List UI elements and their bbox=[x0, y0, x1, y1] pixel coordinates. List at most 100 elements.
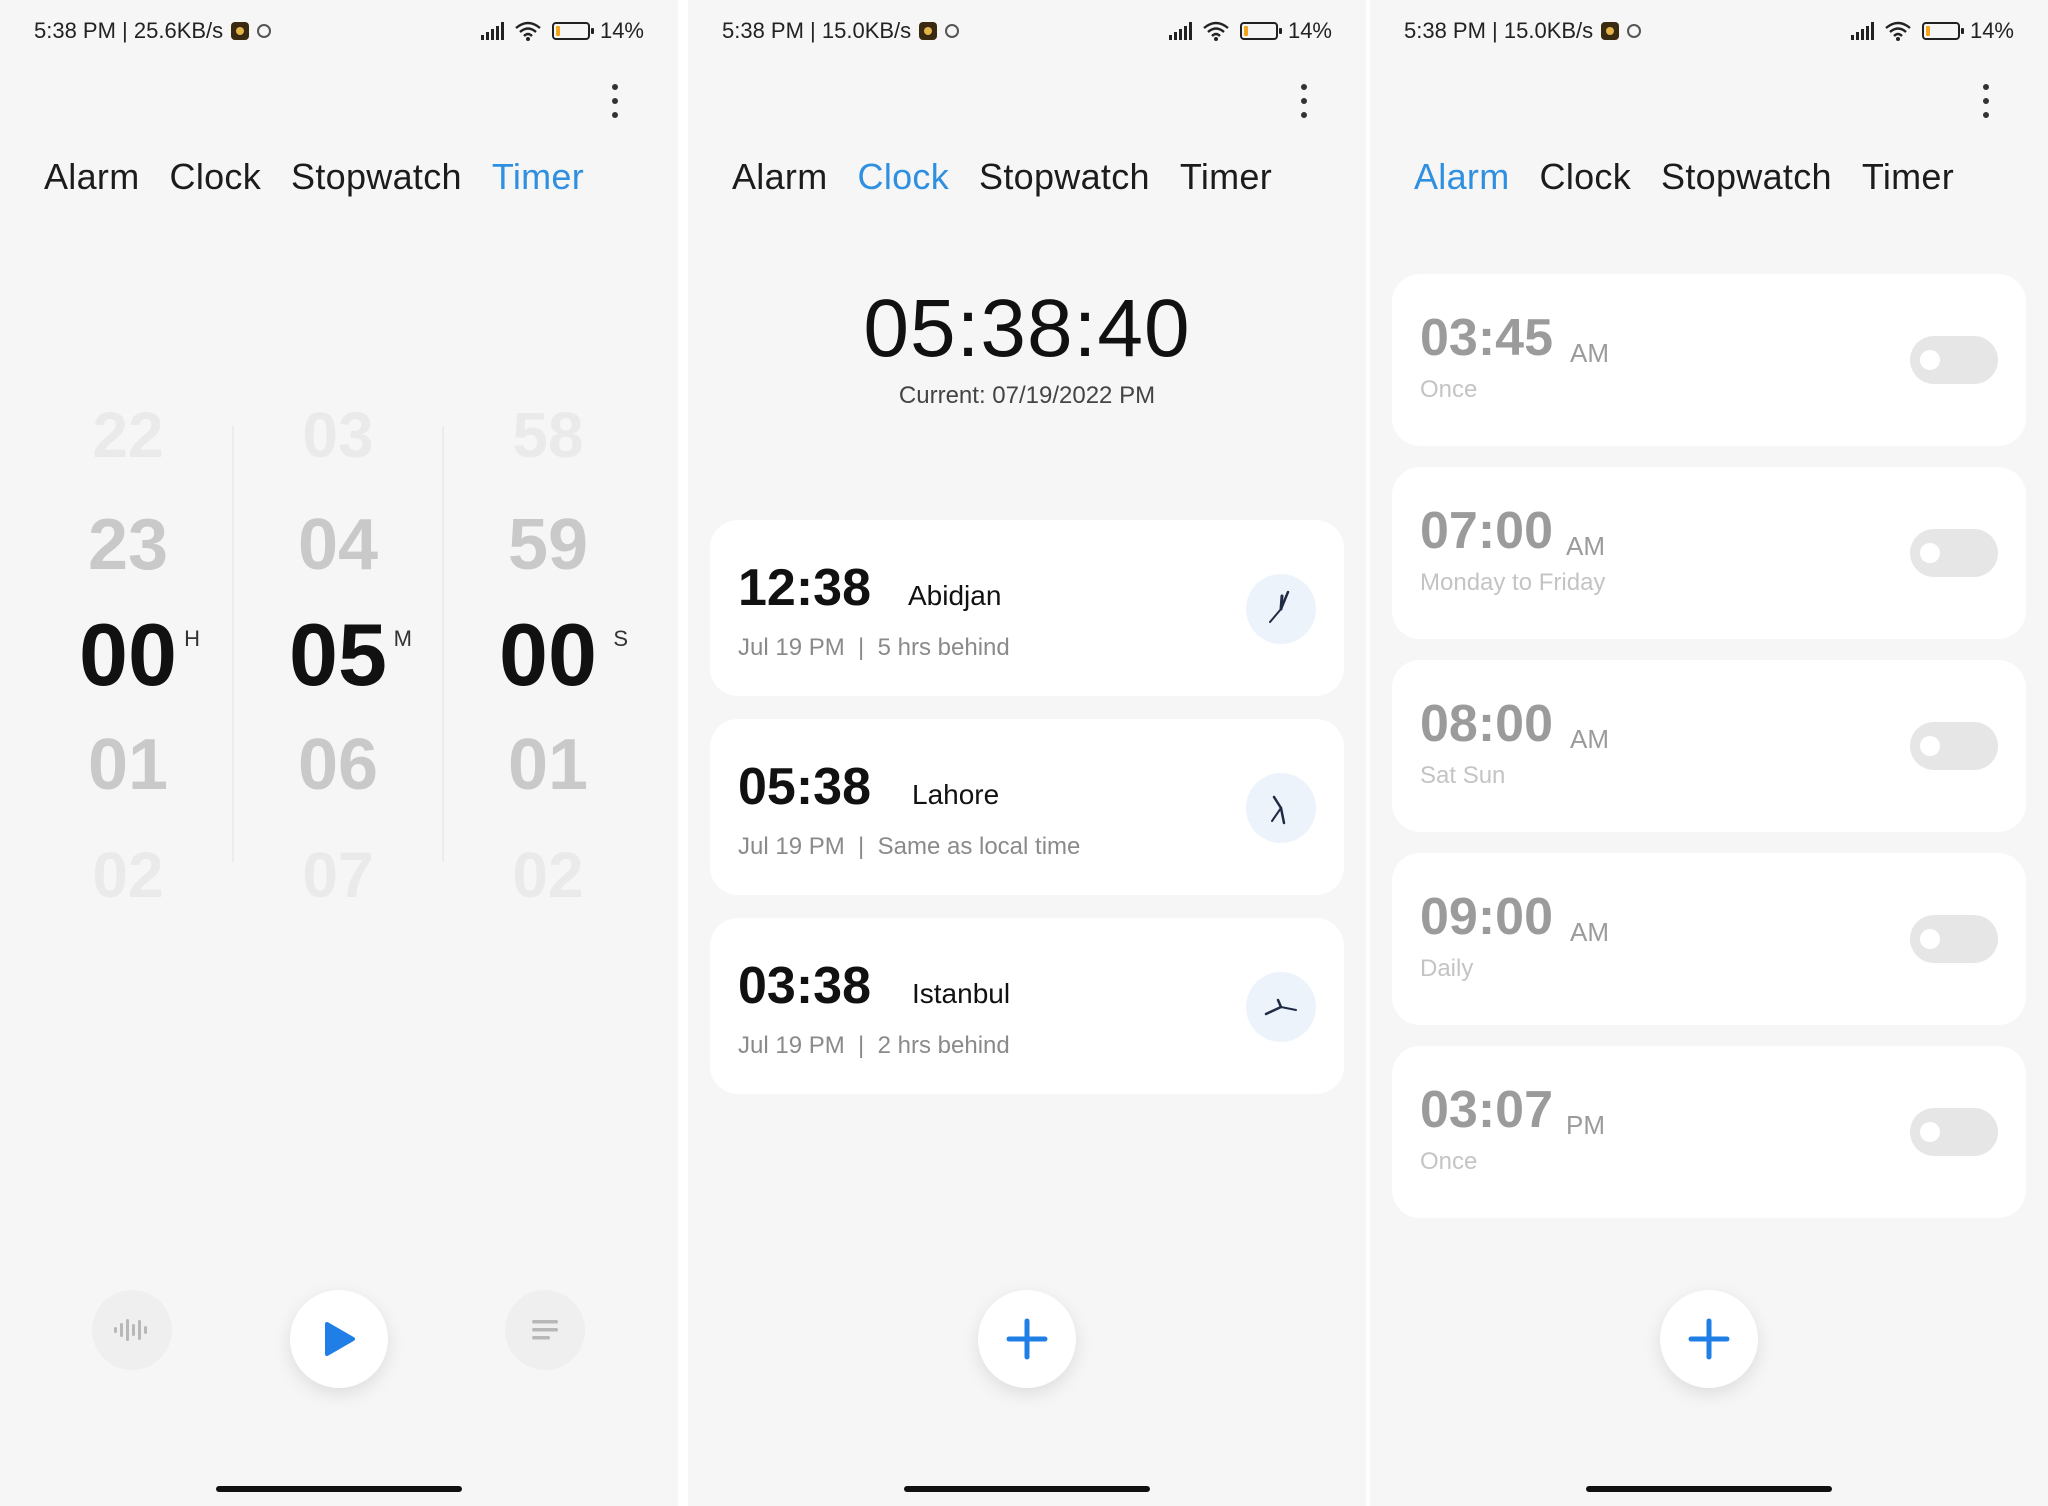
picker-selected-value: 05 M bbox=[238, 600, 438, 710]
timer-sound-button[interactable] bbox=[92, 1290, 172, 1370]
tab-stopwatch[interactable]: Stopwatch bbox=[291, 156, 462, 198]
battery-icon bbox=[1239, 22, 1282, 40]
tab-timer[interactable]: Timer bbox=[1180, 156, 1272, 198]
alarm-toggle[interactable] bbox=[1910, 722, 1998, 770]
picker-value: 58 bbox=[512, 399, 584, 471]
world-clock-card[interactable]: 03:38 Istanbul Jul 19 PM | 2 hrs behind bbox=[710, 918, 1344, 1094]
signal-icon bbox=[480, 22, 504, 40]
plus-icon bbox=[1006, 1318, 1048, 1360]
minutes-unit-label: M bbox=[393, 626, 412, 651]
alarm-toggle[interactable] bbox=[1910, 336, 1998, 384]
alarm-item[interactable]: 03:45 AM Once bbox=[1392, 274, 2026, 446]
tab-stopwatch[interactable]: Stopwatch bbox=[979, 156, 1150, 198]
timer-presets-button[interactable] bbox=[505, 1290, 585, 1370]
column-divider bbox=[232, 426, 234, 862]
tab-clock[interactable]: Clock bbox=[858, 156, 950, 198]
home-indicator[interactable] bbox=[904, 1486, 1150, 1492]
sound-wave-icon bbox=[114, 1319, 147, 1341]
status-bar: 5:38 PM | 25.6KB/s 14% bbox=[0, 14, 678, 48]
seconds-picker[interactable]: 58 59 00 S 01 02 bbox=[448, 380, 648, 930]
tab-bar: Alarm Clock Stopwatch Timer bbox=[1414, 156, 1954, 198]
world-clock-card[interactable]: 05:38 Lahore Jul 19 PM | Same as local t… bbox=[710, 719, 1344, 895]
minutes-picker[interactable]: 03 04 05 M 06 07 bbox=[238, 380, 438, 930]
world-clock-card[interactable]: 12:38 Abidjan Jul 19 PM | 5 hrs behind bbox=[710, 520, 1344, 696]
column-divider bbox=[442, 426, 444, 862]
picker-value: 07 bbox=[302, 839, 374, 911]
status-bar: 5:38 PM | 15.0KB/s 14% bbox=[1370, 14, 2048, 48]
more-options-icon[interactable] bbox=[1300, 84, 1308, 118]
alarm-item[interactable]: 09:00 AM Daily bbox=[1392, 853, 2026, 1025]
alarm-toggle[interactable] bbox=[1910, 915, 1998, 963]
alarm-screen: 5:38 PM | 15.0KB/s 14% Alarm Clock Stopw… bbox=[1370, 0, 2048, 1506]
alarm-ampm: AM bbox=[1570, 724, 1609, 754]
hours-picker[interactable]: 22 23 00 H 01 02 bbox=[28, 380, 228, 930]
alarm-toggle[interactable] bbox=[1910, 1108, 1998, 1156]
analog-clock-icon bbox=[1246, 574, 1316, 644]
alarm-repeat: Monday to Friday bbox=[1420, 569, 1606, 596]
city-date-offset: Jul 19 PM | Same as local time bbox=[738, 833, 1081, 860]
picker-selected-value: 00 H bbox=[28, 600, 228, 710]
battery-icon bbox=[1921, 22, 1964, 40]
picker-value: 02 bbox=[512, 839, 584, 911]
alarm-repeat: Once bbox=[1420, 1148, 1478, 1175]
add-city-button[interactable] bbox=[978, 1290, 1076, 1388]
plus-icon bbox=[1688, 1318, 1730, 1360]
alarm-item[interactable]: 08:00 AM Sat Sun bbox=[1392, 660, 2026, 832]
status-time-speed: 5:38 PM | 25.6KB/s bbox=[34, 18, 224, 43]
alarm-time: 03:45 bbox=[1420, 309, 1553, 367]
city-date-offset: Jul 19 PM | 2 hrs behind bbox=[738, 1032, 1010, 1059]
alarm-ampm: AM bbox=[1570, 338, 1609, 368]
seconds-unit-label: S bbox=[613, 626, 628, 651]
add-alarm-button[interactable] bbox=[1660, 1290, 1758, 1388]
picker-selected-value: 00 S bbox=[448, 600, 648, 710]
tab-bar: Alarm Clock Stopwatch Timer bbox=[732, 156, 1272, 198]
tab-stopwatch[interactable]: Stopwatch bbox=[1661, 156, 1832, 198]
city-name: Abidjan bbox=[908, 580, 1002, 611]
alarm-time: 07:00 bbox=[1420, 502, 1553, 560]
alarm-toggle[interactable] bbox=[1910, 529, 1998, 577]
signal-icon bbox=[1168, 22, 1192, 40]
status-time-speed: 5:38 PM | 15.0KB/s bbox=[1404, 18, 1594, 43]
picker-value: 22 bbox=[92, 399, 164, 471]
tab-alarm[interactable]: Alarm bbox=[44, 156, 140, 198]
city-time: 05:38 bbox=[738, 758, 871, 816]
alarm-ampm: PM bbox=[1566, 1110, 1605, 1140]
city-date-offset: Jul 19 PM | 5 hrs behind bbox=[738, 634, 1010, 661]
sync-icon bbox=[1627, 24, 1642, 38]
alarm-time: 03:07 bbox=[1420, 1081, 1553, 1139]
tab-alarm[interactable]: Alarm bbox=[732, 156, 828, 198]
alarm-repeat: Sat Sun bbox=[1420, 762, 1506, 789]
city-time: 12:38 bbox=[738, 559, 871, 617]
tab-timer[interactable]: Timer bbox=[492, 156, 584, 198]
battery-icon bbox=[551, 22, 594, 40]
app-notification-icon bbox=[1601, 22, 1620, 40]
picker-value: 06 bbox=[297, 725, 379, 805]
status-bar: 5:38 PM | 15.0KB/s 14% bbox=[688, 14, 1366, 48]
sync-icon bbox=[945, 24, 960, 38]
more-options-icon[interactable] bbox=[611, 84, 619, 118]
wifi-icon bbox=[1203, 21, 1229, 41]
app-notification-icon bbox=[231, 22, 250, 40]
wifi-icon bbox=[515, 21, 541, 41]
tab-alarm[interactable]: Alarm bbox=[1414, 156, 1510, 198]
alarm-item[interactable]: 07:00 AM Monday to Friday bbox=[1392, 467, 2026, 639]
hours-unit-label: H bbox=[184, 626, 200, 651]
home-indicator[interactable] bbox=[1586, 1486, 1832, 1492]
tab-timer[interactable]: Timer bbox=[1862, 156, 1954, 198]
alarm-item[interactable]: 03:07 PM Once bbox=[1392, 1046, 2026, 1218]
alarm-repeat: Once bbox=[1420, 376, 1478, 403]
alarm-repeat: Daily bbox=[1420, 955, 1474, 982]
analog-clock-icon bbox=[1246, 972, 1316, 1042]
signal-icon bbox=[1850, 22, 1874, 40]
home-indicator[interactable] bbox=[216, 1486, 462, 1492]
start-timer-button[interactable] bbox=[290, 1290, 388, 1388]
battery-percent: 14% bbox=[1969, 18, 2014, 43]
tab-clock[interactable]: Clock bbox=[1540, 156, 1632, 198]
city-time: 03:38 bbox=[738, 957, 871, 1015]
more-options-icon[interactable] bbox=[1982, 84, 1990, 118]
picker-value: 02 bbox=[92, 839, 164, 911]
picker-value: 01 bbox=[87, 725, 169, 805]
current-date: Current: 07/19/2022 PM bbox=[898, 382, 1156, 409]
tab-clock[interactable]: Clock bbox=[170, 156, 262, 198]
wifi-icon bbox=[1885, 21, 1911, 41]
